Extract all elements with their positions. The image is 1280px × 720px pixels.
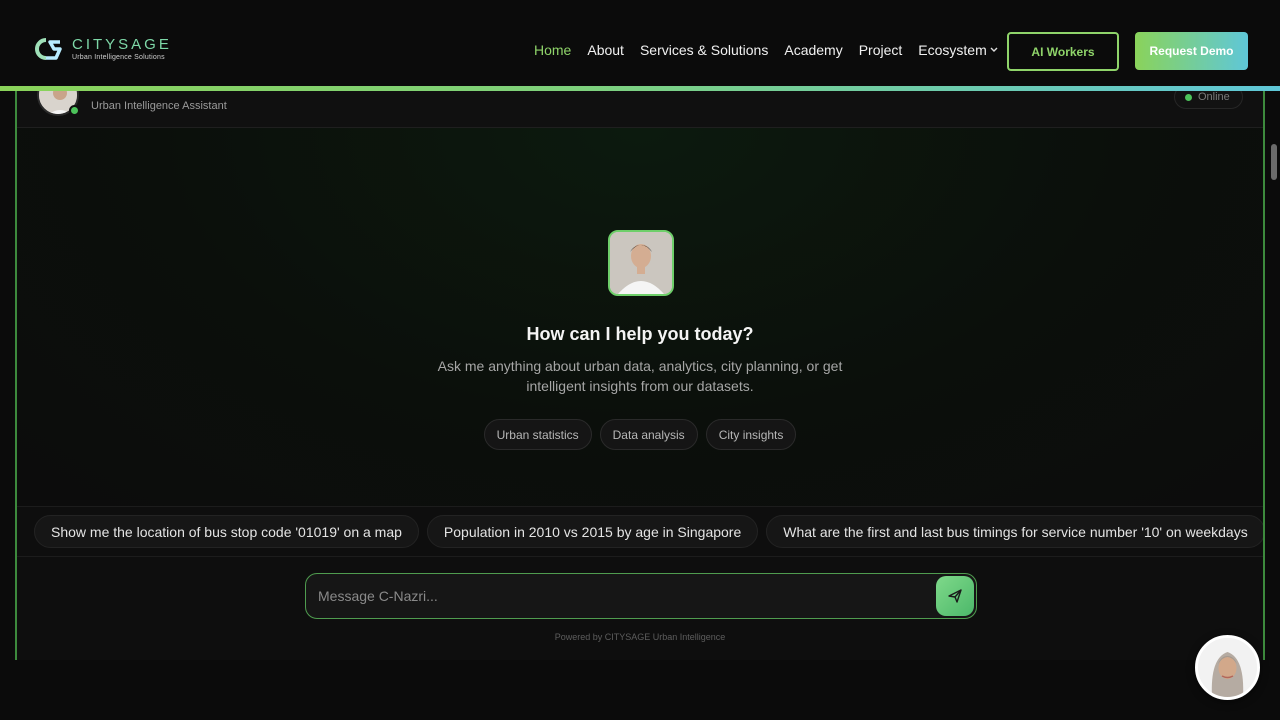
brand-logo[interactable]: CITYSAGE Urban Intelligence Solutions (32, 36, 172, 62)
welcome-title: How can I help you today? (526, 324, 754, 344)
brand-name: CITYSAGE (72, 35, 172, 53)
ai-workers-button[interactable]: AI Workers (1007, 32, 1119, 71)
top-navbar: CITYSAGE Urban Intelligence Solutions Ho… (0, 0, 1280, 88)
nav-ecosystem-label: Ecosystem (918, 42, 987, 58)
welcome-avatar (608, 230, 674, 296)
nav-about[interactable]: About (587, 42, 624, 58)
message-input[interactable] (318, 574, 918, 618)
nav-ecosystem[interactable]: Ecosystem (918, 42, 998, 58)
nav-services[interactable]: Services & Solutions (640, 42, 768, 58)
assistant-subtitle: Urban Intelligence Assistant (91, 100, 227, 112)
nav-project[interactable]: Project (859, 42, 903, 58)
powered-by: Powered by CITYSAGE Urban Intelligence (554, 632, 726, 642)
send-button[interactable] (936, 576, 974, 616)
nav-home[interactable]: Home (534, 42, 571, 58)
citysage-logo-icon (35, 38, 62, 60)
chip-data-analysis[interactable]: Data analysis (599, 419, 698, 450)
suggested-prompt[interactable]: Population in 2010 vs 2015 by age in Sin… (426, 515, 759, 548)
chat-panel: Urban Intelligence Assistant Online How … (15, 60, 1265, 660)
status-label: Online (1198, 91, 1230, 103)
floating-assistant-button[interactable] (1195, 635, 1260, 700)
chevron-down-icon (990, 47, 998, 52)
chat-body: How can I help you today? Ask me anythin… (17, 128, 1263, 506)
nav-links: Home About Services & Solutions Academy … (534, 42, 998, 58)
brand-tagline: Urban Intelligence Solutions (72, 53, 165, 61)
online-indicator (69, 105, 80, 116)
page-scrollbar[interactable] (1268, 88, 1280, 720)
scrollbar-thumb[interactable] (1271, 144, 1277, 180)
nav-gradient-bar (0, 86, 1280, 91)
nav-academy[interactable]: Academy (784, 42, 842, 58)
suggested-prompt[interactable]: Show me the location of bus stop code '0… (34, 515, 419, 548)
status-dot (1185, 93, 1192, 101)
welcome-text: Ask me anything about urban data, analyt… (437, 358, 843, 394)
suggested-prompt[interactable]: What are the first and last bus timings … (766, 515, 1263, 548)
page: CITYSAGE Urban Intelligence Solutions Ho… (0, 0, 1280, 720)
person-icon (610, 232, 672, 294)
send-icon (948, 589, 962, 603)
topic-chips: Urban statistics Data analysis City insi… (17, 419, 1263, 450)
chip-urban-statistics[interactable]: Urban statistics (483, 419, 592, 450)
assistant-avatar-icon (1198, 638, 1257, 697)
request-demo-button[interactable]: Request Demo (1135, 32, 1248, 70)
suggested-prompts: Show me the location of bus stop code '0… (17, 506, 1263, 557)
message-composer (305, 573, 977, 619)
chip-city-insights[interactable]: City insights (705, 419, 797, 450)
